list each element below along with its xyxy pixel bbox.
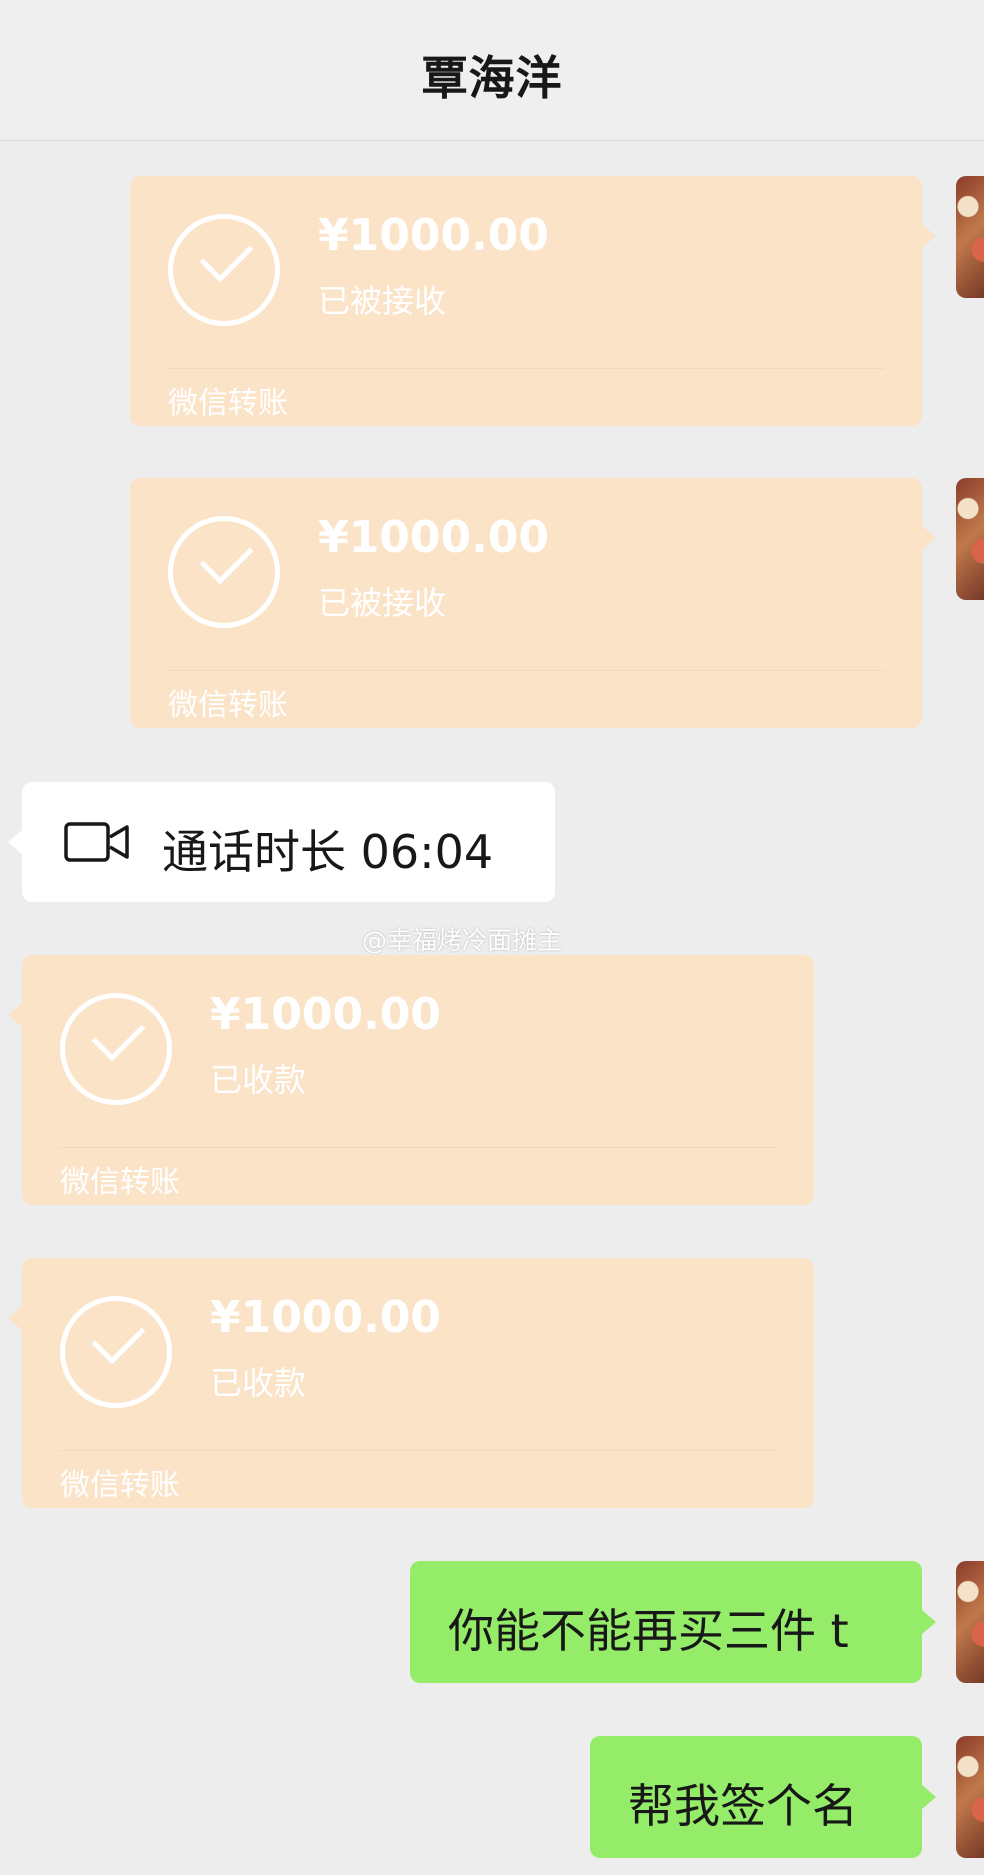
message-text: 帮我签个名 <box>628 1779 858 1833</box>
bubble-tail <box>8 1003 22 1027</box>
check-circle-icon <box>60 1296 172 1408</box>
transfer-caption: 微信转账 <box>168 386 288 421</box>
transfer-amount: ¥1000.00 <box>210 1292 442 1343</box>
transfer-caption: 微信转账 <box>168 688 288 723</box>
transfer-amount: ¥1000.00 <box>318 512 550 563</box>
transfer-amount: ¥1000.00 <box>210 989 442 1040</box>
check-circle-icon <box>168 516 280 628</box>
divider <box>60 1147 776 1148</box>
video-camera-icon <box>64 822 129 862</box>
transfer-card-received[interactable]: ¥1000.00 已收款 微信转账 <box>8 955 814 1205</box>
bubble-tail <box>8 830 22 854</box>
transfer-status: 已收款 <box>210 1364 307 1402</box>
bubble-tail <box>8 1306 22 1330</box>
bubble-tail <box>922 1785 936 1809</box>
transfer-card-received[interactable]: ¥1000.00 已收款 微信转账 <box>8 1258 814 1508</box>
transfer-caption: 微信转账 <box>60 1165 180 1200</box>
divider <box>168 368 884 369</box>
transfer-caption: 微信转账 <box>60 1468 180 1503</box>
divider <box>60 1450 776 1451</box>
my-avatar[interactable] <box>956 1736 984 1858</box>
my-avatar[interactable] <box>956 478 984 600</box>
my-avatar[interactable] <box>956 1561 984 1683</box>
transfer-card-sent[interactable]: ¥1000.00 已被接收 微信转账 <box>130 176 936 426</box>
text-message-sent[interactable]: 帮我签个名 <box>590 1736 936 1858</box>
transfer-status: 已收款 <box>210 1061 307 1099</box>
bubble-tail <box>922 224 936 248</box>
check-circle-icon <box>168 214 280 326</box>
transfer-status: 已被接收 <box>318 282 447 320</box>
call-duration: 通话时长 06:04 <box>162 825 494 879</box>
chat-title[interactable]: 覃海洋 <box>0 42 984 108</box>
bubble-tail <box>922 1610 936 1634</box>
transfer-amount: ¥1000.00 <box>318 210 550 261</box>
chat-header: 覃海洋 <box>0 0 984 141</box>
video-call-record[interactable]: 通话时长 06:04 <box>8 782 555 902</box>
transfer-status: 已被接收 <box>318 584 447 622</box>
check-circle-icon <box>60 993 172 1105</box>
divider <box>168 670 884 671</box>
message-text: 你能不能再买三件 t <box>448 1604 849 1658</box>
bubble-tail <box>922 526 936 550</box>
transfer-card-sent[interactable]: ¥1000.00 已被接收 微信转账 <box>130 478 936 728</box>
watermark: @幸福烤冷面摊主 <box>362 926 563 955</box>
my-avatar[interactable] <box>956 176 984 298</box>
text-message-sent[interactable]: 你能不能再买三件 t <box>410 1561 936 1683</box>
